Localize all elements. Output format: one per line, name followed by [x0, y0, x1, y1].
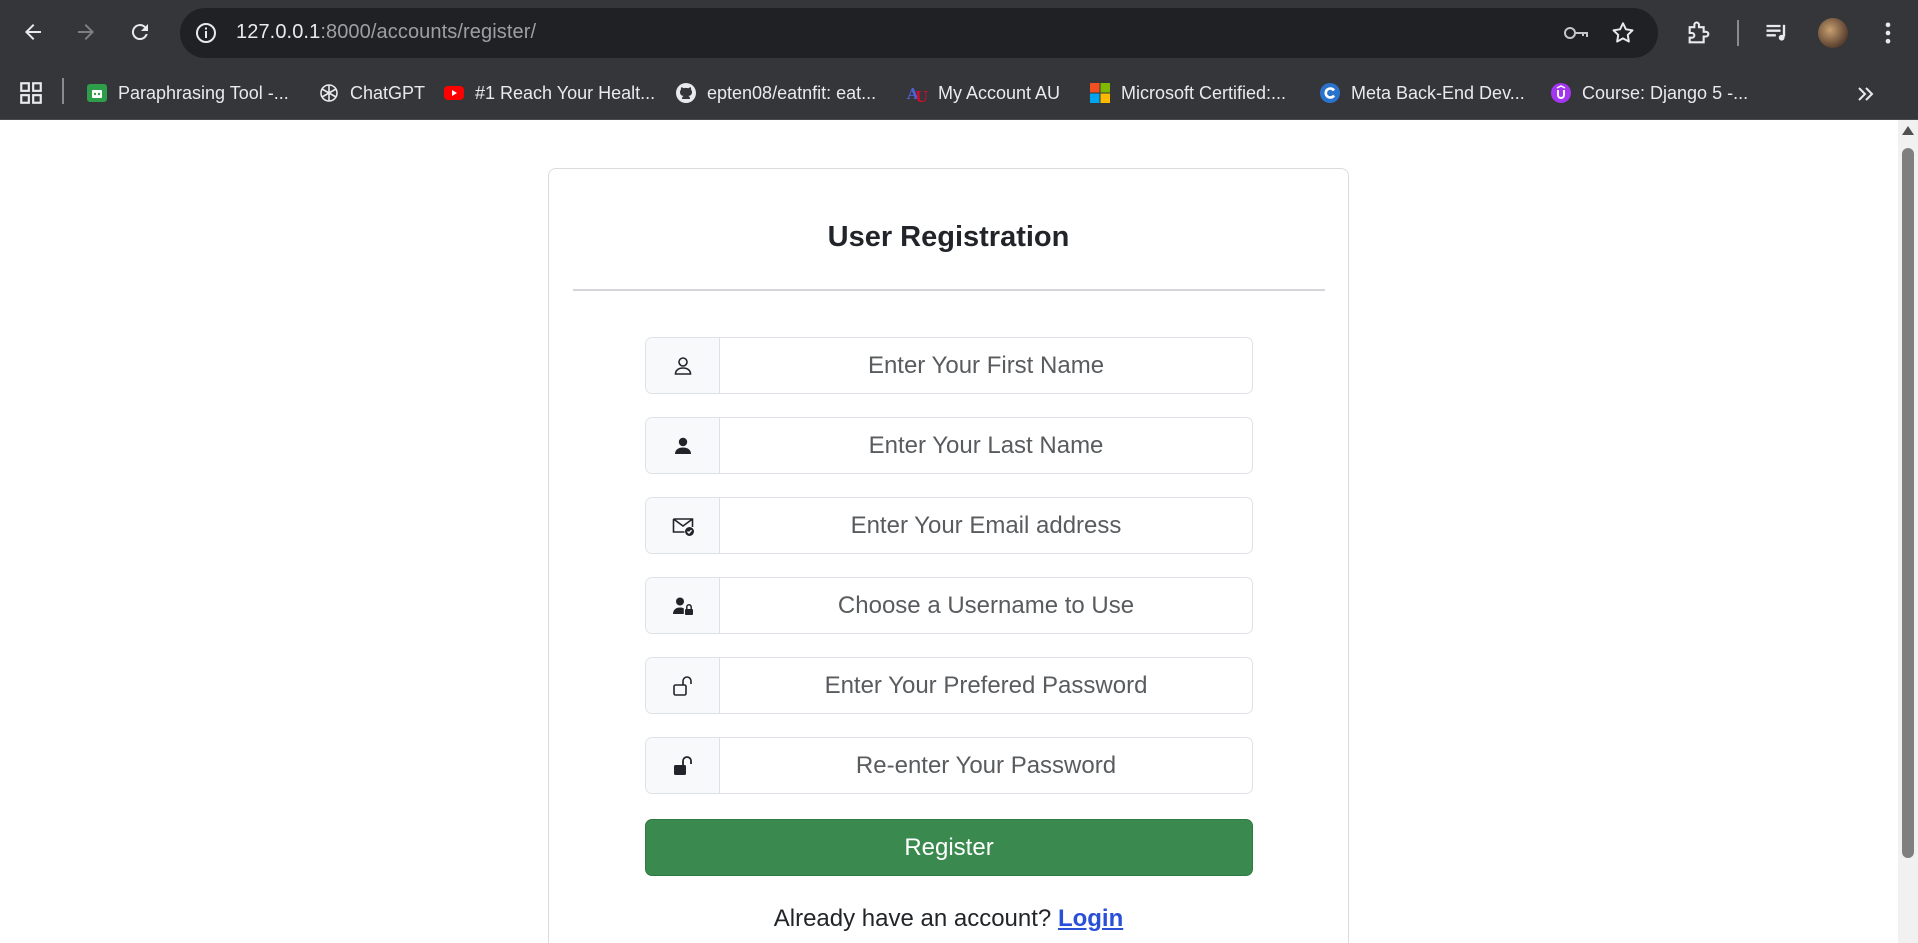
media-control-icon[interactable]	[1763, 19, 1791, 47]
registration-card: User Registration Enter Your First Name …	[548, 168, 1349, 943]
bookmarks-separator	[62, 78, 64, 104]
password-key-icon[interactable]	[1562, 20, 1590, 46]
profile-avatar[interactable]	[1818, 18, 1848, 48]
bookmark-label: Meta Back-End Dev...	[1351, 82, 1525, 103]
bookmark-label: ChatGPT	[350, 82, 426, 103]
bookmarks-overflow-icon[interactable]	[1853, 82, 1879, 106]
extensions-icon[interactable]	[1685, 19, 1713, 47]
envelope-check-icon	[672, 517, 694, 536]
first-name-addon	[646, 338, 720, 393]
github-favicon-icon	[675, 82, 697, 104]
microsoft-favicon-icon	[1089, 82, 1111, 104]
confirm-password-group	[645, 737, 1253, 794]
arrow-left-icon	[25, 24, 41, 40]
bookmarks-bar: Paraphrasing Tool -... ChatGPT #1 Reach …	[0, 66, 1918, 120]
login-prompt-line: Already have an account? Login	[549, 905, 1348, 933]
bookmark-label: Microsoft Certified:...	[1121, 82, 1287, 103]
username-input[interactable]	[720, 578, 1252, 633]
email-group	[645, 497, 1253, 554]
login-link[interactable]: Login	[1058, 905, 1123, 932]
au-favicon-icon: AU	[906, 82, 928, 104]
toolbar-separator	[1737, 20, 1739, 46]
password-addon	[646, 658, 720, 713]
paraphrase-favicon-icon	[86, 82, 108, 104]
svg-text:U: U	[915, 88, 928, 104]
url-host: 127.0.0.1	[236, 21, 321, 43]
forward-button[interactable]	[68, 14, 104, 50]
first-name-group	[645, 337, 1253, 394]
email-addon	[646, 498, 720, 553]
confirm-password-input[interactable]	[720, 738, 1252, 793]
last-name-input[interactable]	[720, 418, 1252, 473]
bookmark-item[interactable]: Microsoft Certified:...	[1089, 80, 1286, 106]
bookmark-item[interactable]: Meta Back-End Dev...	[1319, 80, 1525, 106]
bookmark-star-icon[interactable]	[1610, 20, 1636, 46]
title-divider	[573, 289, 1325, 291]
bookmark-label: Course: Django 5 -...	[1582, 82, 1749, 103]
youtube-favicon-icon	[443, 82, 465, 104]
arrow-right-icon	[78, 24, 94, 40]
page-title: User Registration	[827, 221, 1070, 253]
unlock-fill-icon	[673, 755, 692, 775]
scroll-up-arrow-icon[interactable]	[1902, 126, 1914, 135]
confirm-password-addon	[646, 738, 720, 793]
udemy-favicon-icon	[1550, 82, 1572, 104]
last-name-addon	[646, 418, 720, 473]
person-outline-icon	[674, 356, 691, 375]
url-path: :8000/accounts/register/	[320, 21, 537, 43]
page-viewport: User Registration Enter Your First Name …	[0, 120, 1898, 943]
register-button[interactable]: Register	[645, 819, 1253, 876]
page-scrollbar[interactable]	[1898, 120, 1918, 943]
bookmark-item[interactable]: ChatGPT	[318, 80, 425, 106]
reload-button[interactable]	[122, 14, 158, 50]
person-lock-icon	[672, 597, 693, 615]
scrollbar-thumb[interactable]	[1902, 148, 1914, 858]
reload-icon	[131, 24, 148, 41]
person-fill-icon	[674, 437, 691, 454]
browser-toolbar: 127.0.0.1:8000/accounts/register/	[0, 0, 1918, 66]
more-menu-icon[interactable]	[1874, 19, 1902, 47]
username-addon	[646, 578, 720, 633]
unlock-outline-icon	[672, 675, 692, 696]
bookmark-label: Paraphrasing Tool -...	[118, 82, 289, 103]
chatgpt-favicon-icon	[318, 82, 340, 104]
username-group	[645, 577, 1253, 634]
bookmark-item[interactable]: Paraphrasing Tool -...	[86, 80, 289, 106]
login-prompt-text: Already have an account?	[773, 905, 1052, 932]
bookmark-item[interactable]: #1 Reach Your Healt...	[443, 80, 655, 106]
password-group	[645, 657, 1253, 714]
back-button[interactable]	[15, 14, 51, 50]
bookmark-label: #1 Reach Your Healt...	[475, 82, 656, 103]
url-text[interactable]: 127.0.0.1:8000/accounts/register/	[236, 21, 536, 44]
bookmark-label: epten08/eatnfit: eat...	[707, 82, 877, 103]
bookmark-item[interactable]: Course: Django 5 -...	[1550, 80, 1748, 106]
address-bar[interactable]: 127.0.0.1:8000/accounts/register/	[180, 8, 1658, 58]
apps-grid-icon[interactable]	[18, 80, 44, 106]
last-name-group	[645, 417, 1253, 474]
bookmark-item[interactable]: epten08/eatnfit: eat...	[675, 80, 876, 106]
site-info-icon[interactable]	[194, 21, 218, 45]
bookmark-label: My Account AU	[938, 82, 1061, 103]
bookmark-item[interactable]: AU My Account AU	[906, 80, 1060, 106]
password-input[interactable]	[720, 658, 1252, 713]
coursera-favicon-icon	[1319, 82, 1341, 104]
email-input[interactable]	[720, 498, 1252, 553]
first-name-input[interactable]	[720, 338, 1252, 393]
